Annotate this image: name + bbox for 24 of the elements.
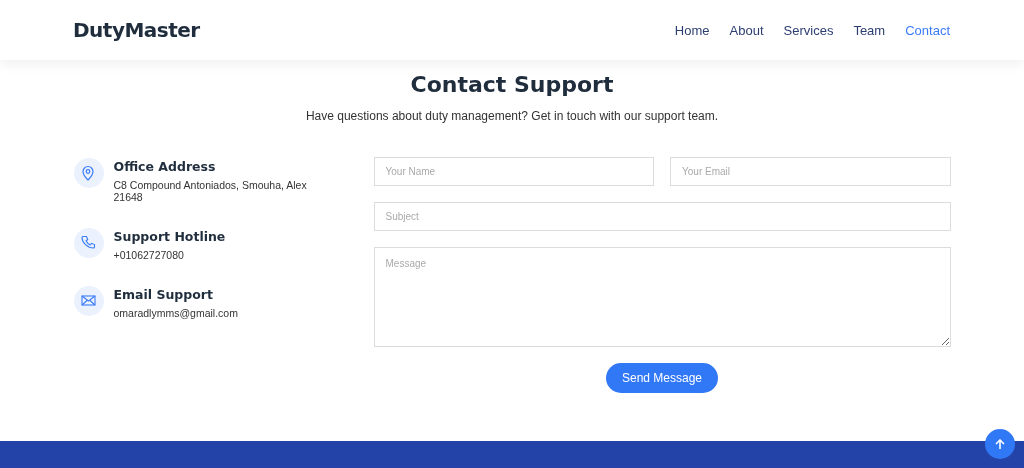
info-title: Support Hotline [113,229,226,244]
section-title: Contact Support [410,72,614,97]
info-text: omaradlymms@gmail.com [113,307,238,319]
name-field[interactable]: Your Name [373,157,654,186]
info-text: C8 Compound Antoniados, Smouha, Alex 21648 [113,179,308,203]
nav-link[interactable]: Home [674,22,710,38]
nav-link[interactable]: Contact [905,22,950,38]
location-pin-icon [81,165,96,181]
section-subtitle: Have questions about duty management? Get in touch with our support team. [305,109,719,123]
email-field[interactable]: Your Email [670,157,951,186]
nav-link[interactable]: About [729,22,764,38]
info-text: +01062727080 [113,249,185,261]
info-title: Office Address [113,159,217,174]
site-logo[interactable]: DutyMaster [73,18,200,42]
back-to-top-button[interactable] [985,429,1015,459]
info-title: Email Support [113,287,214,302]
subject-field[interactable]: Subject [373,202,951,231]
send-message-button[interactable]: Send Message [606,363,718,393]
arrow-up-icon [995,438,1005,450]
message-field[interactable]: Message [373,247,951,347]
envelope-icon [81,293,96,309]
nav-link[interactable]: Team [853,22,886,38]
nav-link[interactable]: Services [783,22,834,38]
phone-icon [81,235,96,251]
